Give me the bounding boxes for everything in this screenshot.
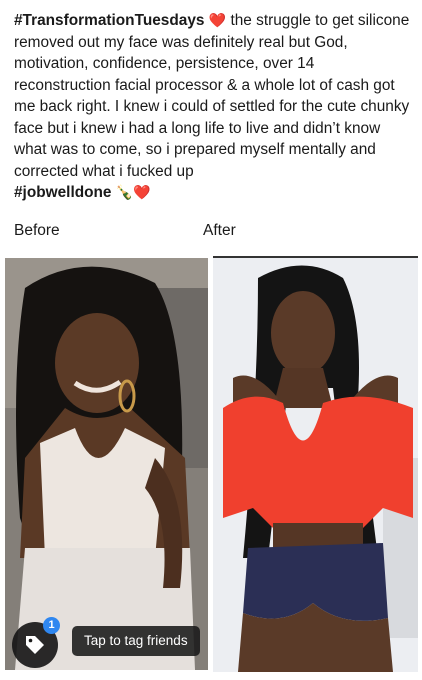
heart-emoji: ❤️ [208, 12, 227, 28]
hashtag-jobwelldone[interactable]: #jobwelldone [14, 184, 111, 201]
before-label: Before [14, 222, 60, 239]
after-photo-illustration [213, 258, 418, 672]
hashtag-transformation-tuesdays[interactable]: #TransformationTuesdays [14, 12, 204, 29]
champagne-heart-emoji: 🍾❤️ [115, 184, 151, 200]
price-tag-icon [26, 636, 44, 654]
photo-labels: Before After [0, 222, 422, 242]
before-photo-illustration [5, 258, 208, 670]
after-label: After [203, 222, 236, 239]
before-photo[interactable] [5, 258, 208, 670]
after-photo[interactable] [213, 256, 418, 672]
tag-friends-bar: 1 Tap to tag friends [5, 617, 418, 670]
tag-count-badge: 1 [43, 617, 60, 634]
tap-to-tag-friends[interactable]: Tap to tag friends [72, 626, 200, 656]
post-caption: #TransformationTuesdays ❤️ the struggle … [14, 10, 414, 204]
caption-body: the struggle to get silicone removed out… [14, 12, 410, 180]
